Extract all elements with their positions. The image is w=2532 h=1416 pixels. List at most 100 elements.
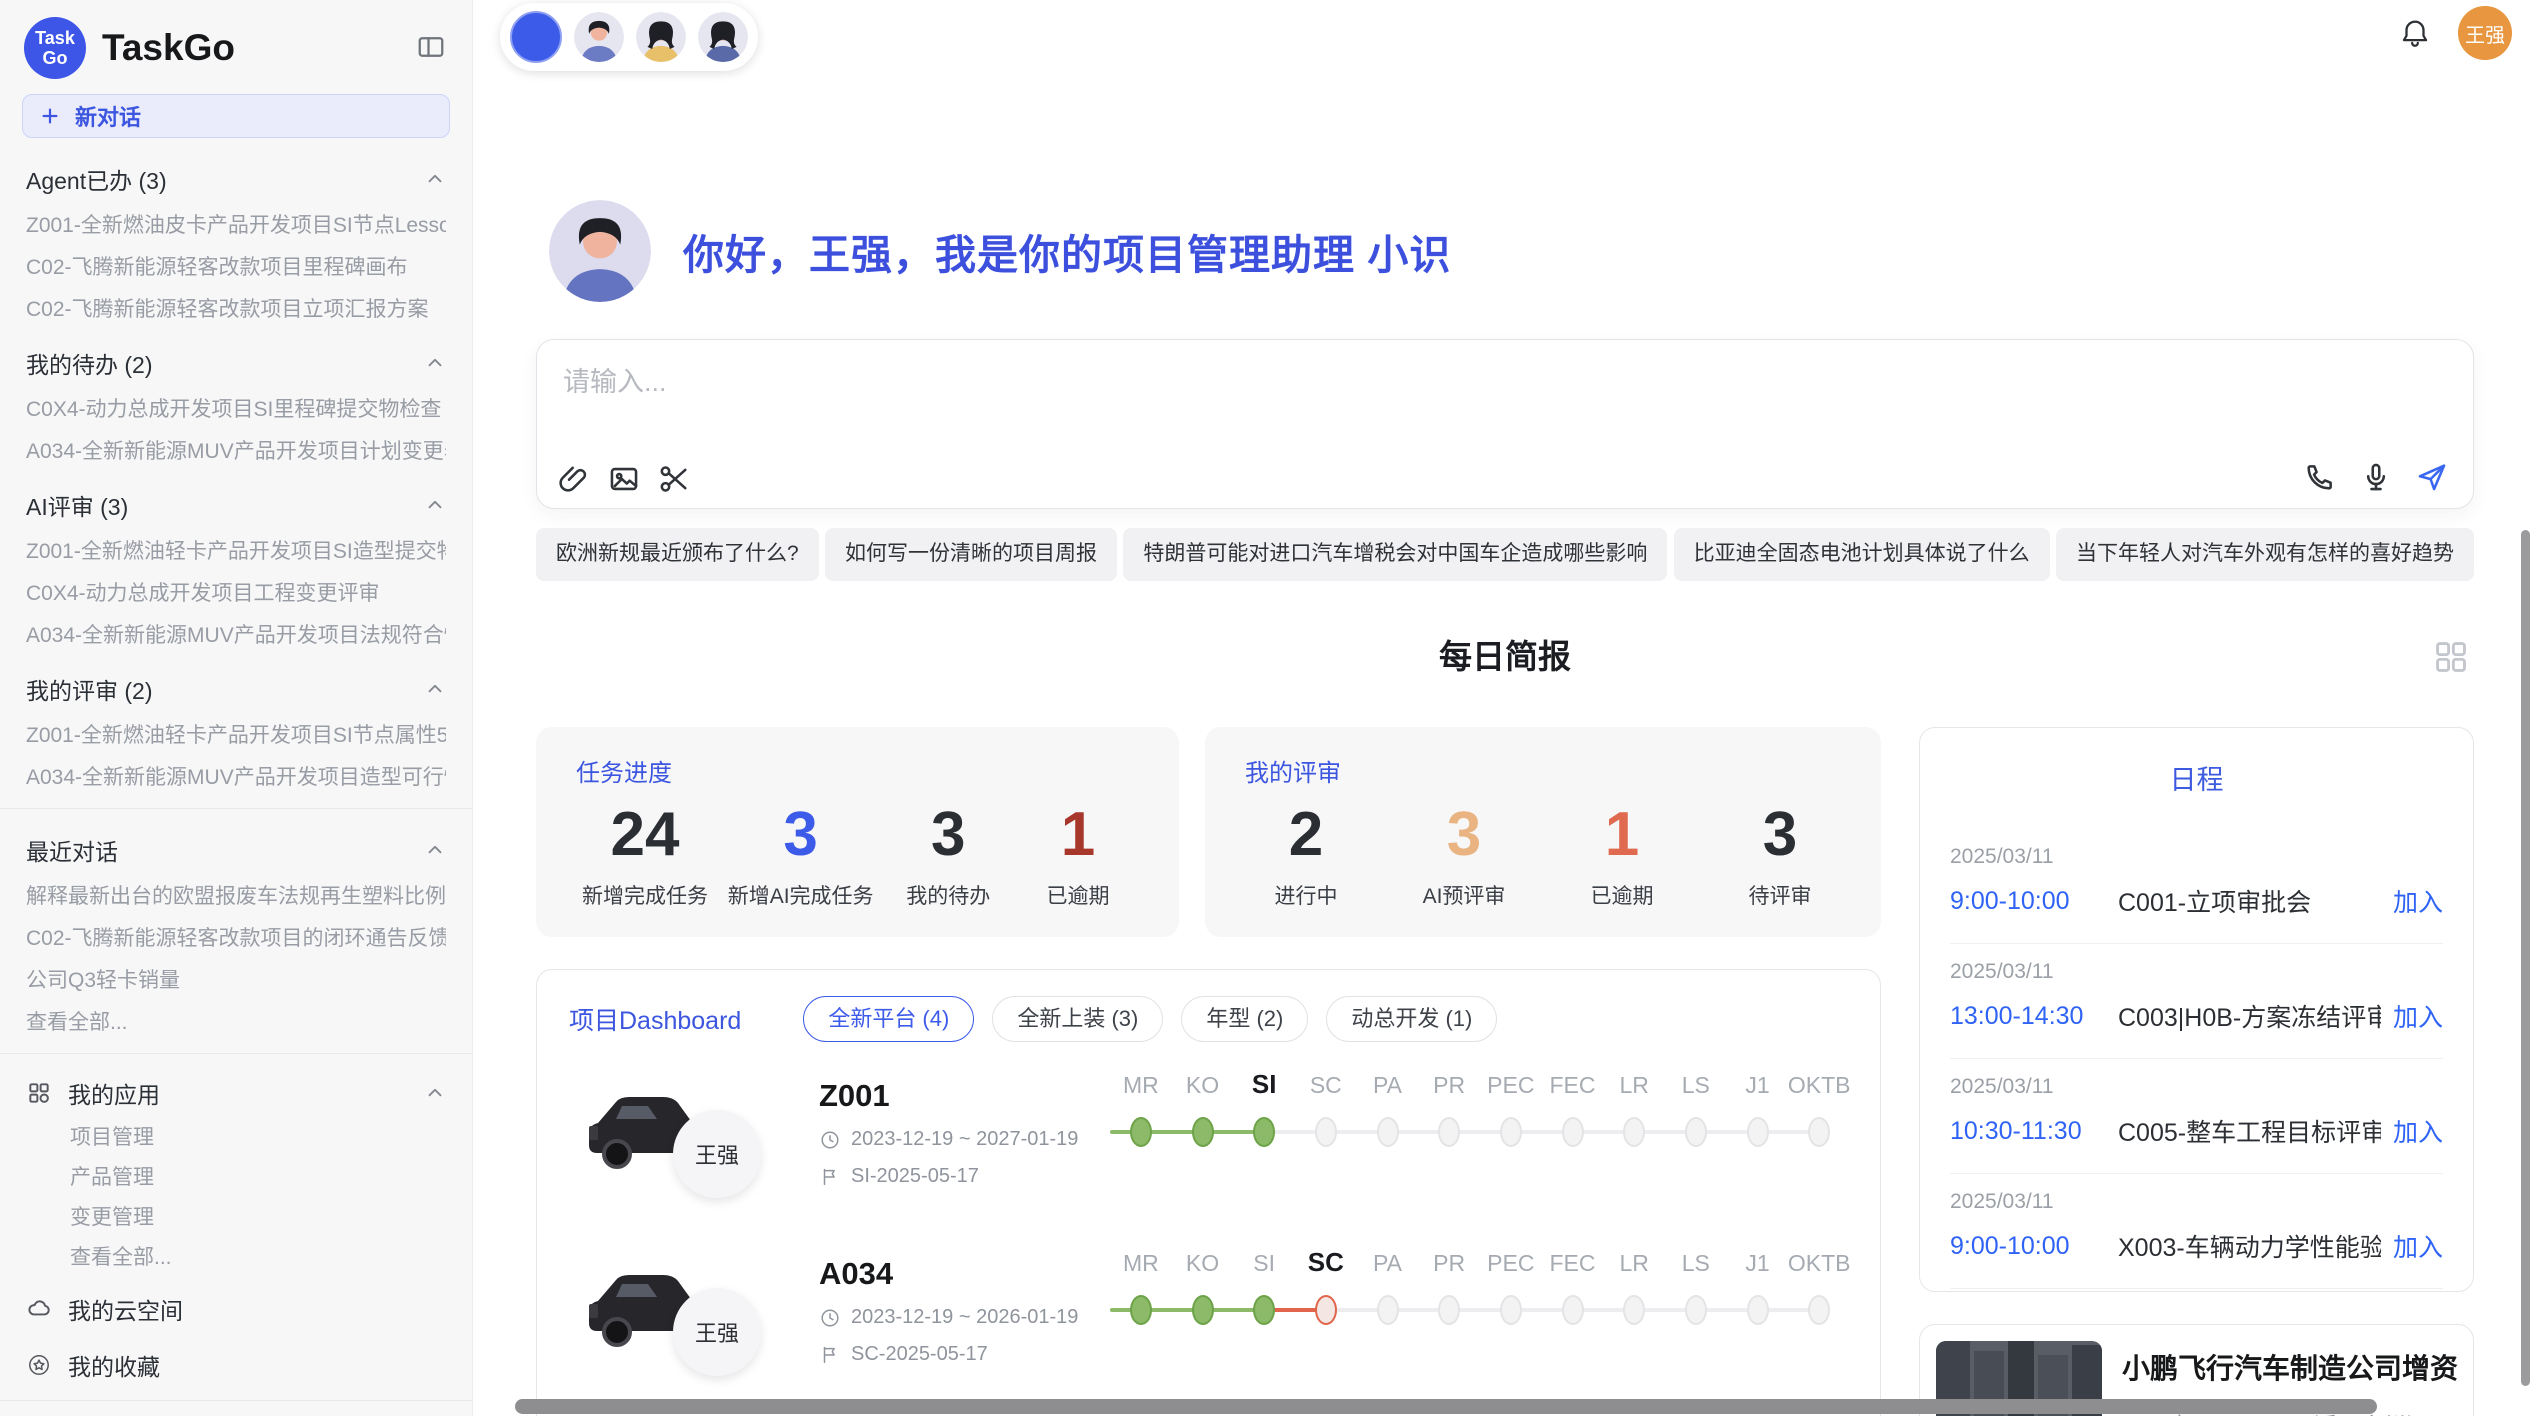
sidebar: Task Go TaskGo 新对话 Agent已办 (3)Z001-全新燃油皮… [0,0,473,1416]
milestone-dot-LR [1623,1117,1645,1147]
sidebar-sub-item[interactable]: 查看全部... [70,1246,446,1270]
stat-item: 3 新增AI完成任务 [728,800,874,910]
stats-card-title: 我的评审 [1245,753,1841,788]
sidebar-item[interactable]: C0X4-动力总成开发项目SI里程碑提交物检查 [26,398,446,422]
stat-label: AI预评审 [1409,880,1519,910]
avatar-woman-yellow[interactable] [636,12,686,62]
vertical-scrollbar[interactable] [2521,530,2530,1386]
app-title: TaskGo [102,27,235,69]
dashboard-filter-chip[interactable]: 年型 (2) [1181,996,1308,1042]
event-join-link[interactable]: 加入 [2393,1228,2443,1264]
chevron-up-icon [424,839,446,861]
sidebar-section-header[interactable]: Agent已办 (3) [26,162,446,196]
sidebar-section-header[interactable]: 我的评审 (2) [26,672,446,706]
milestone-timeline: MRKOSISCPAPRPECFECLRLSJ1OKTB [1110,1072,1848,1222]
suggestion-chip[interactable]: 当下年轻人对汽车外观有怎样的喜好趋势 [2056,528,2474,581]
project-row[interactable]: 王强 A034 2023-12-19 ~ 2026-01-19 SC-2025-… [569,1250,1848,1400]
sidebar-item[interactable]: 我的收藏 [26,1348,446,1382]
suggestion-chip[interactable]: 比亚迪全固态电池计划具体说了什么 [1674,528,2050,581]
milestone-dot-PA [1377,1117,1399,1147]
event-join-link[interactable]: 加入 [2393,1113,2443,1149]
schedule-event: 2025/03/11 10:30-11:30 C005-整车工程目标评审 加入 [1950,1059,2443,1174]
milestone-dot-KO [1192,1295,1214,1325]
composer-input[interactable]: 请输入... [536,339,2474,509]
sidebar-item[interactable]: A034-全新新能源MUV产品开发项目造型可行性评审 [26,766,446,790]
sidebar-item-my-apps[interactable]: 我的应用 [26,1076,446,1110]
sidebar-item[interactable]: 公司Q3轻卡销量 [26,969,446,993]
sidebar-item[interactable]: Z001-全新燃油轻卡产品开发项目SI节点属性5D文件评审 [26,724,446,748]
sidebar-item[interactable]: A034-全新新能源MUV产品开发项目法规符合性评审 [26,624,446,648]
sidebar-sub-item[interactable]: 产品管理 [70,1166,446,1190]
project-dates: 2023-12-19 ~ 2026-01-19 [819,1306,1110,1329]
sidebar-item[interactable]: A034-全新新能源MUV产品开发项目计划变更表编写 [26,440,446,464]
avatar-woman-blue[interactable] [698,12,748,62]
event-time: 10:30-11:30 [1950,1117,2118,1146]
sidebar-item[interactable]: Z001-全新燃油轻卡产品开发项目SI造型提交物评审 [26,540,446,564]
sidebar-section-header[interactable]: AI评审 (3) [26,488,446,522]
event-join-link[interactable]: 加入 [2393,883,2443,919]
sidebar-item[interactable]: C02-飞腾新能源轻客改款项目立项汇报方案 [26,298,446,322]
sidebar-collapse-button[interactable] [414,31,448,65]
assistant-avatar [549,200,651,302]
sidebar-item[interactable]: 解释最新出台的欧盟报废车法规再生塑料比例被调至15%... [26,885,446,909]
greeting-text: 你好，王强，我是你的项目管理助理 小识 [683,221,1451,281]
scissors-icon[interactable] [657,462,691,496]
milestone-dot-SI [1253,1295,1275,1325]
apps-grid-icon [26,1080,52,1106]
section-title: AI评审 (3) [26,488,128,522]
user-avatar[interactable]: 王强 [2458,6,2512,60]
stat-value: 3 [728,800,874,870]
milestone-dot-OKTB [1808,1117,1830,1147]
send-icon[interactable] [2415,460,2449,494]
daily-brief-title: 每日简报 [536,630,2474,678]
chevron-up-icon [424,678,446,700]
new-conversation-button[interactable] [510,11,562,63]
milestone-dot-J1 [1747,1295,1769,1325]
milestone-dot-MR [1130,1117,1152,1147]
event-name: X003-车辆动力学性能验... [2118,1228,2381,1264]
horizontal-scrollbar[interactable] [515,1399,2377,1414]
layout-grid-icon[interactable] [2432,638,2470,676]
dashboard-filter-chip[interactable]: 全新上装 (3) [992,996,1163,1042]
project-flag-milestone: SC-2025-05-17 [819,1343,1110,1366]
stat-label: 待评审 [1725,880,1835,910]
phone-icon[interactable] [2303,460,2337,494]
stat-item: 3 AI预评审 [1409,800,1519,910]
sidebar-item[interactable]: Z001-全新燃油皮卡产品开发项目SI节点Lesson Learn报告 [26,214,446,238]
sidebar-item[interactable]: C0X4-动力总成开发项目工程变更评审 [26,582,446,606]
sidebar-section-header[interactable]: 最近对话 [26,833,446,867]
plus-icon [39,105,61,127]
new-chat-button[interactable]: 新对话 [22,94,450,138]
mic-icon[interactable] [2359,460,2393,494]
event-date: 2025/03/11 [1950,960,2443,984]
dashboard-filter-chip[interactable]: 动总开发 (1) [1326,996,1497,1042]
sidebar-item[interactable]: C02-飞腾新能源轻客改款项目里程碑画布 [26,256,446,280]
project-row[interactable]: 王强 Z001 2023-12-19 ~ 2027-01-19 SI-2025-… [569,1072,1848,1222]
stats-card-title: 任务进度 [576,753,1139,788]
event-join-link[interactable]: 加入 [2393,998,2443,1034]
stats-card: 任务进度 24 新增完成任务 3 新增AI完成任务 3 我的待办 1 已逾期 [536,727,1179,937]
milestone-dot-LS [1685,1295,1707,1325]
notification-bell-icon[interactable] [2398,16,2432,50]
event-name: C005-整车工程目标评审 [2118,1113,2381,1149]
conversation-switcher [500,3,758,71]
avatar-man[interactable] [574,12,624,62]
sidebar-item[interactable]: 查看全部... [26,1011,446,1035]
sidebar-sub-item[interactable]: 项目管理 [70,1126,446,1150]
sidebar-sub-item[interactable]: 变更管理 [70,1206,446,1230]
paperclip-icon[interactable] [557,462,591,496]
chevron-up-icon [424,352,446,374]
sidebar-item[interactable]: C02-飞腾新能源轻客改款项目的闭环通告反馈情况 [26,927,446,951]
suggestion-chip[interactable]: 欧洲新规最近颁布了什么? [536,528,819,581]
section-title: 我的待办 (2) [26,346,153,380]
sidebar-divider [0,1400,472,1401]
stat-value: 1 [1023,800,1133,870]
project-code: A034 [819,1256,1110,1292]
dashboard-filter-chip[interactable]: 全新平台 (4) [803,996,974,1042]
image-icon[interactable] [607,462,641,496]
sidebar-item[interactable]: 我的云空间 [26,1292,446,1326]
suggestion-chip[interactable]: 特朗普可能对进口汽车增税会对中国车企造成哪些影响 [1123,528,1667,581]
suggestion-chip[interactable]: 如何写一份清晰的项目周报 [825,528,1117,581]
event-date: 2025/03/11 [1950,845,2443,869]
sidebar-section-header[interactable]: 我的待办 (2) [26,346,446,380]
